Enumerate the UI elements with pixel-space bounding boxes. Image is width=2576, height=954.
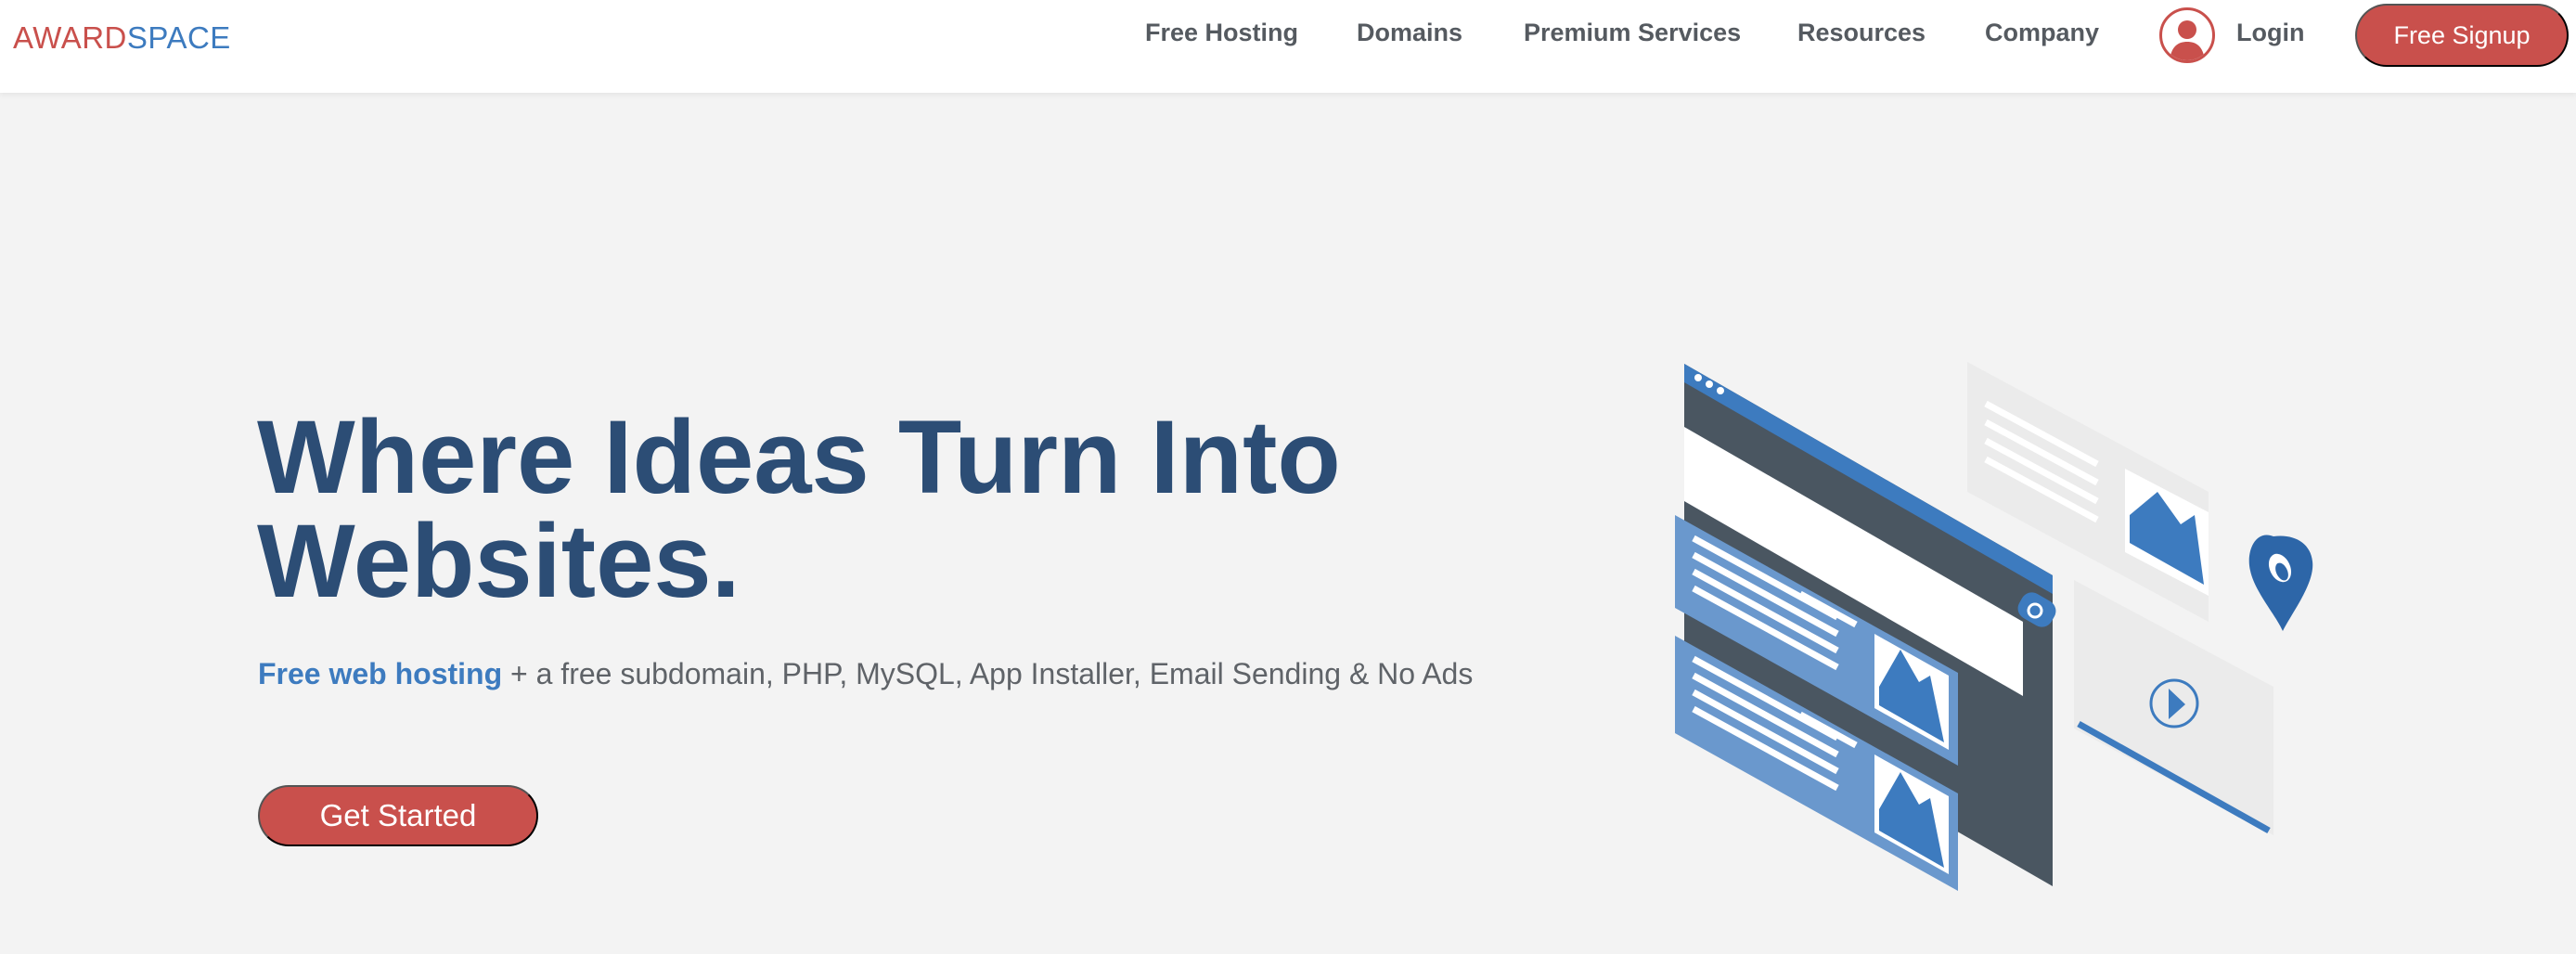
hero-title-line-2: Websites.	[257, 503, 741, 619]
logo-part-space: SPACE	[126, 20, 231, 55]
get-started-button[interactable]: Get Started	[258, 785, 538, 846]
nav-free-hosting[interactable]: Free Hosting	[1145, 19, 1298, 47]
awardspace-logo[interactable]: AWARDSPACE	[13, 20, 231, 56]
hero-title: Where Ideas Turn Into Websites.	[257, 406, 1463, 613]
nav-domains[interactable]: Domains	[1357, 19, 1462, 47]
top-navigation-bar: AWARDSPACE Free Hosting Domains Premium …	[0, 0, 2576, 93]
hero-subtitle-text: + a free subdomain, PHP, MySQL, App Inst…	[502, 657, 1474, 690]
login-link[interactable]: Login	[2236, 19, 2304, 47]
hero-subtitle: Free web hosting + a free subdomain, PHP…	[258, 657, 1473, 691]
nav-premium-services[interactable]: Premium Services	[1524, 19, 1741, 47]
website-builder-illustration	[1652, 353, 2338, 909]
nav-company[interactable]: Company	[1985, 19, 2099, 47]
user-avatar-icon[interactable]	[2159, 7, 2215, 63]
logo-part-award: AWARD	[13, 20, 127, 55]
free-signup-button[interactable]: Free Signup	[2355, 4, 2569, 67]
hero-title-line-1: Where Ideas Turn Into	[257, 399, 1341, 515]
nav-resources[interactable]: Resources	[1797, 19, 1926, 47]
hero-subtitle-highlight[interactable]: Free web hosting	[258, 657, 502, 690]
